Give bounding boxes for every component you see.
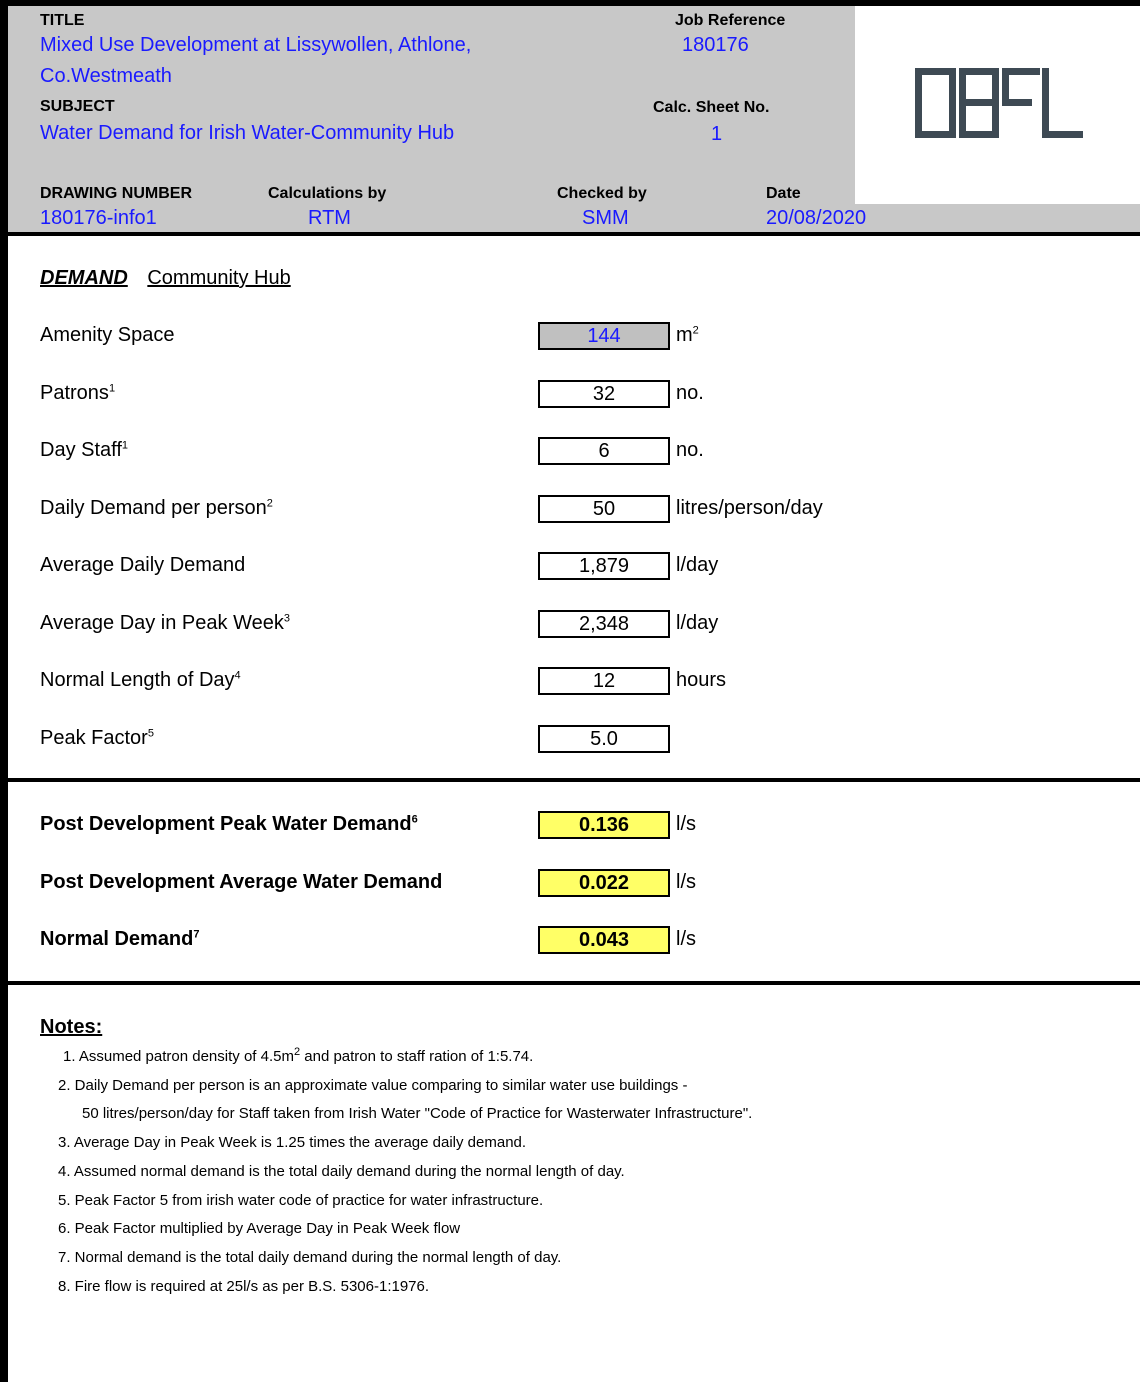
demand-row-unit: litres/person/day <box>676 497 823 519</box>
demand-row-label: Day Staff1 <box>40 439 129 461</box>
section-divider-2 <box>0 981 1140 985</box>
checked-by-label: Checked by <box>557 185 647 202</box>
demand-row-value-cell[interactable]: 2,348 <box>538 610 670 638</box>
note-3: 3. Average Day in Peak Week is 1.25 time… <box>58 1134 527 1151</box>
demand-row-label: Patrons1 <box>40 382 116 404</box>
subject-label: SUBJECT <box>40 98 115 115</box>
demand-row-unit: hours <box>676 669 727 691</box>
notes-heading: Notes: <box>40 1016 103 1038</box>
company-logo <box>915 68 1083 138</box>
note-5: 5. Peak Factor 5 from irish water code o… <box>58 1192 544 1209</box>
demand-row-label: Daily Demand per person2 <box>40 497 273 519</box>
header-divider <box>0 232 1140 236</box>
demand-row-label: Average Day in Peak Week3 <box>40 612 290 634</box>
demand-heading-row: DEMAND Community Hub <box>40 267 291 290</box>
demand-row-label: Average Daily Demand <box>40 554 246 576</box>
calc-sheet-label: Calc. Sheet No. <box>653 99 770 116</box>
result-row-value-cell[interactable]: 0.043 <box>538 926 670 954</box>
result-row-value-cell[interactable]: 0.136 <box>538 811 670 839</box>
demand-row-unit: m2 <box>676 324 699 346</box>
title-line-1: Mixed Use Development at Lissywollen, At… <box>40 34 472 56</box>
result-row-unit: l/s <box>676 871 696 893</box>
result-row-label: Normal Demand7 <box>40 928 200 950</box>
note-1: 1. Assumed patron density of 4.5m2 and p… <box>63 1046 534 1065</box>
note-8: 8. Fire flow is required at 25l/s as per… <box>58 1278 430 1295</box>
demand-subheading: Community Hub <box>147 267 291 289</box>
subject-value: Water Demand for Irish Water-Community H… <box>40 122 455 144</box>
date-value: 20/08/2020 <box>766 207 867 229</box>
demand-row-label: Amenity Space <box>40 324 175 346</box>
result-row-unit: l/s <box>676 928 696 950</box>
header-panel-extension <box>855 204 1140 234</box>
result-row-value-cell[interactable]: 0.022 <box>538 869 670 897</box>
note-4: 4. Assumed normal demand is the total da… <box>58 1163 625 1180</box>
demand-row-value-cell[interactable]: 32 <box>538 380 670 408</box>
calculations-by-value: RTM <box>308 207 351 229</box>
result-row-label: Post Development Average Water Demand <box>40 871 443 893</box>
result-row-unit: l/s <box>676 813 696 835</box>
demand-row-unit: l/day <box>676 612 719 634</box>
demand-row-value-cell[interactable]: 50 <box>538 495 670 523</box>
section-divider-1 <box>0 778 1140 782</box>
demand-row-label: Peak Factor5 <box>40 727 154 749</box>
demand-row-value-cell[interactable]: 5.0 <box>538 725 670 753</box>
demand-row-unit: l/day <box>676 554 719 576</box>
job-reference-value: 180176 <box>682 34 749 56</box>
calculations-by-label: Calculations by <box>268 185 387 202</box>
drawing-number-value: 180176-info1 <box>40 207 157 229</box>
title-label: TITLE <box>40 12 85 29</box>
note-2-continued: 50 litres/person/day for Staff taken fro… <box>82 1105 753 1122</box>
demand-row-unit: no. <box>676 439 704 461</box>
note-2: 2. Daily Demand per person is an approxi… <box>58 1077 688 1094</box>
checked-by-value: SMM <box>582 207 629 229</box>
job-reference-label: Job Reference <box>675 12 786 29</box>
demand-row-unit: no. <box>676 382 704 404</box>
date-label: Date <box>766 185 801 202</box>
result-row-label: Post Development Peak Water Demand6 <box>40 813 418 835</box>
demand-row-value-cell[interactable]: 144 <box>538 322 670 350</box>
note-7: 7. Normal demand is the total daily dema… <box>58 1249 562 1266</box>
demand-heading: DEMAND <box>40 267 128 289</box>
note-6: 6. Peak Factor multiplied by Average Day… <box>58 1220 461 1237</box>
demand-row-value-cell[interactable]: 6 <box>538 437 670 465</box>
calc-sheet-value: 1 <box>711 123 723 145</box>
demand-row-label: Normal Length of Day4 <box>40 669 241 691</box>
demand-row-value-cell[interactable]: 1,879 <box>538 552 670 580</box>
frame-left-border <box>0 0 8 1382</box>
demand-row-value-cell[interactable]: 12 <box>538 667 670 695</box>
title-line-2: Co.Westmeath <box>40 65 172 87</box>
drawing-number-label: DRAWING NUMBER <box>40 185 192 202</box>
